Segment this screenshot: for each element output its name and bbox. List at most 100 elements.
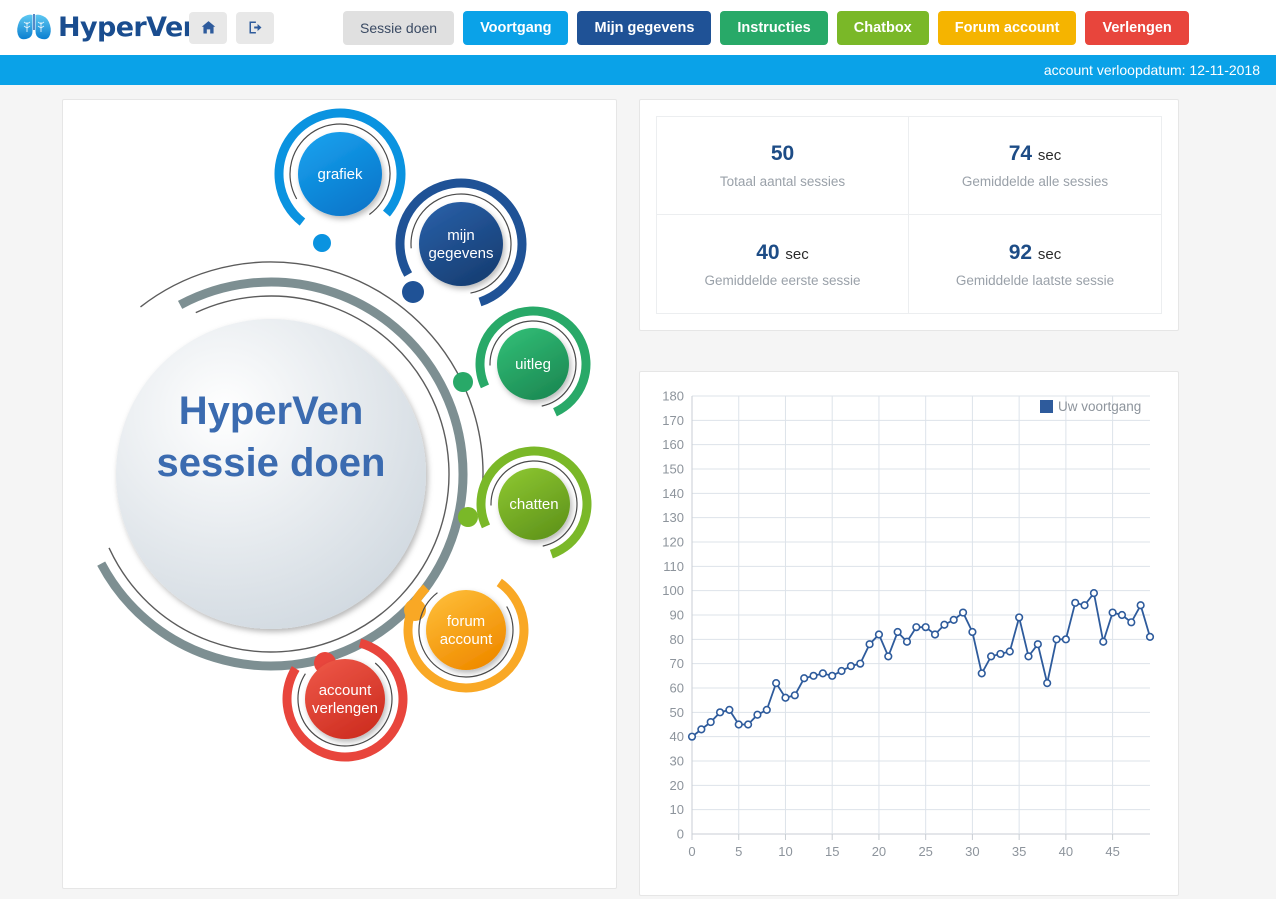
data-point	[809, 671, 818, 680]
data-point	[1080, 601, 1089, 610]
node-label-forum-account-2: account	[440, 631, 493, 648]
data-point	[818, 669, 827, 678]
data-point	[715, 708, 725, 717]
y-tick-0: 0	[677, 827, 684, 842]
center-title-line2: sessie doen	[156, 441, 385, 485]
nav-label: Instructies	[737, 19, 811, 36]
node-disc-forum-account[interactable]	[426, 590, 506, 670]
center-title-line1: HyperVen	[179, 389, 364, 433]
data-point	[1127, 618, 1136, 627]
nav-label: Mijn gegevens	[594, 19, 695, 36]
node-disc-mijn-gegevens[interactable]	[419, 202, 503, 286]
y-tick-170: 170	[662, 413, 684, 428]
node-label-mijn-gegevens-2: gegevens	[428, 245, 493, 262]
data-point	[987, 652, 996, 661]
data-point	[921, 623, 930, 632]
page-content: HyperVen sessie doen grafiek mijn gegeve…	[0, 85, 1276, 896]
data-point	[706, 717, 715, 727]
connector-dot-mijn-gegevens	[402, 281, 424, 303]
y-tick-130: 130	[662, 510, 684, 525]
chart-legend: Uw voortgang	[1040, 399, 1141, 414]
data-point	[790, 691, 799, 700]
series-markers-uw-voortgang	[687, 589, 1155, 741]
node-label-grafiek: grafiek	[317, 166, 363, 183]
data-point	[1117, 610, 1127, 620]
diagram-node-forum-account[interactable]: forum account	[385, 549, 547, 711]
connector-dot-uitleg	[453, 372, 473, 392]
nav-forum-account[interactable]: Forum account	[937, 10, 1077, 45]
nav-sessie-doen[interactable]: Sessie doen	[343, 10, 455, 45]
data-point	[1024, 652, 1033, 661]
nav-voortgang[interactable]: Voortgang	[463, 10, 569, 45]
home-button[interactable]	[189, 11, 227, 44]
y-tick-100: 100	[662, 583, 684, 598]
stat-label: Gemiddelde alle sessies	[961, 174, 1109, 189]
x-tick-15: 15	[825, 844, 839, 859]
nav-label: Forum account	[954, 19, 1060, 36]
stat-total-sessions: 50 Totaal aantal sessies	[657, 117, 909, 215]
nav-label: Chatbox	[853, 19, 912, 36]
right-column: 50 Totaal aantal sessies 74 sec Gemiddel…	[639, 99, 1179, 896]
top-navigation-bar: HyperVen Sessie doen Voortgang Mijn gege…	[0, 0, 1276, 55]
nav-mijn-gegevens[interactable]: Mijn gegevens	[577, 10, 712, 45]
node-disc-account-verlengen[interactable]	[305, 659, 385, 739]
data-point	[1108, 608, 1117, 617]
x-tick-20: 20	[872, 844, 886, 859]
data-point	[846, 662, 855, 671]
data-point	[958, 608, 968, 617]
y-tick-30: 30	[670, 754, 684, 769]
y-tick-70: 70	[670, 656, 684, 671]
x-tick-0: 0	[688, 844, 695, 859]
data-point	[697, 725, 706, 734]
logo-wordmark: HyperVen	[58, 12, 202, 43]
stat-value: 50	[771, 142, 794, 166]
data-point	[772, 679, 781, 688]
lungs-icon	[17, 13, 51, 39]
data-point	[1071, 598, 1080, 607]
y-tick-20: 20	[670, 778, 684, 793]
stat-average-all-sessions: 74 sec Gemiddelde alle sessies	[909, 117, 1161, 215]
connector-dot-chatten	[458, 507, 478, 527]
data-point	[874, 630, 884, 639]
main-nav-buttons: Sessie doen Voortgang Mijn gegevens Inst…	[343, 10, 1189, 45]
data-point	[1052, 635, 1061, 644]
data-point	[1089, 589, 1099, 598]
stat-number: 40	[756, 240, 780, 264]
stat-label: Gemiddelde eerste sessie	[704, 272, 861, 288]
y-tick-160: 160	[662, 437, 684, 452]
stat-value: 92 sec	[1009, 241, 1062, 265]
data-point	[930, 630, 940, 639]
data-point	[1005, 647, 1014, 656]
x-axis-tick-marks	[691, 834, 1114, 840]
x-tick-25: 25	[918, 844, 932, 859]
app-logo[interactable]: HyperVen	[14, 11, 202, 45]
progress-line-chart[interactable]: 0102030405060708090100110120130140150160…	[650, 382, 1168, 887]
diagram-node-chatten[interactable]: chatten	[464, 434, 605, 575]
nav-label: Sessie doen	[360, 19, 438, 36]
nav-instructies[interactable]: Instructies	[720, 10, 828, 45]
y-tick-80: 80	[670, 632, 684, 647]
y-tick-50: 50	[670, 705, 684, 720]
node-label-chatten: chatten	[509, 496, 558, 513]
account-expiry-text: account verloopdatum: 12-11-2018	[1043, 62, 1260, 78]
data-point	[902, 637, 912, 646]
data-point	[762, 705, 771, 715]
data-point	[949, 615, 958, 624]
x-tick-35: 35	[1012, 844, 1026, 859]
diagram-node-uitleg[interactable]: uitleg	[463, 294, 604, 435]
logout-icon	[249, 21, 261, 34]
data-point	[893, 627, 902, 637]
y-tick-90: 90	[670, 608, 684, 623]
legend-swatch-uw-voortgang	[1040, 400, 1053, 413]
x-tick-5: 5	[735, 844, 742, 859]
data-point	[1136, 601, 1145, 610]
stat-number: 92	[1008, 240, 1033, 264]
nav-chatbox[interactable]: Chatbox	[836, 10, 929, 45]
data-point	[781, 693, 790, 702]
nav-verlengen[interactable]: Verlengen	[1085, 10, 1189, 45]
home-icon	[201, 21, 215, 34]
stat-average-first-session: 40 sec Gemiddelde eerste sessie	[657, 215, 909, 313]
data-point	[884, 652, 893, 661]
logout-button[interactable]	[236, 11, 274, 44]
y-tick-150: 150	[662, 462, 684, 477]
